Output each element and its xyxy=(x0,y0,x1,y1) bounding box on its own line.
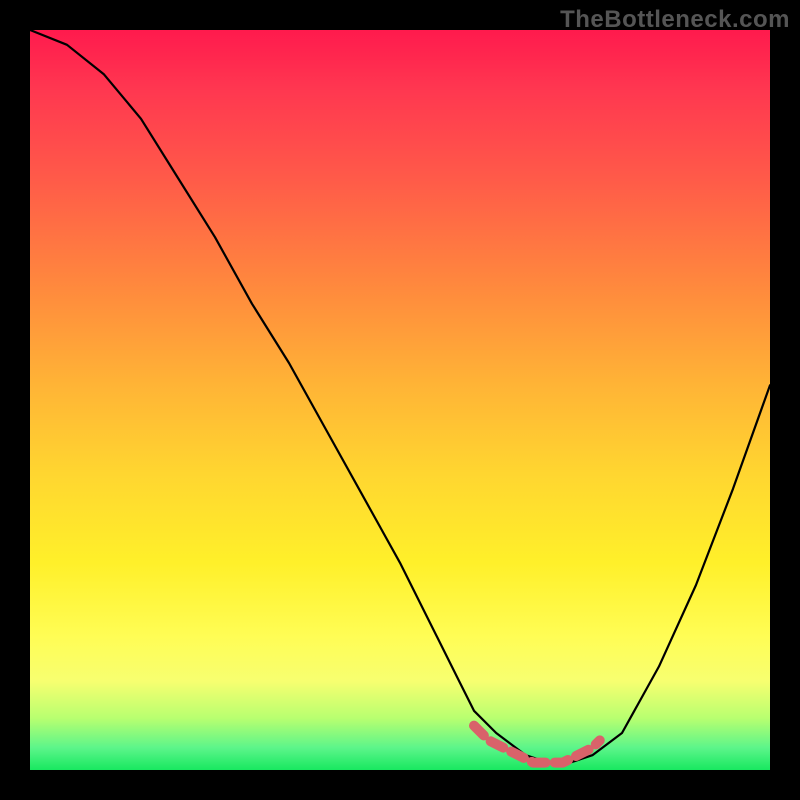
chart-frame: TheBottleneck.com xyxy=(0,0,800,800)
bottleneck-curve xyxy=(30,30,770,763)
curve-layer xyxy=(30,30,770,770)
watermark-text: TheBottleneck.com xyxy=(560,6,790,34)
plot-area xyxy=(30,30,770,770)
